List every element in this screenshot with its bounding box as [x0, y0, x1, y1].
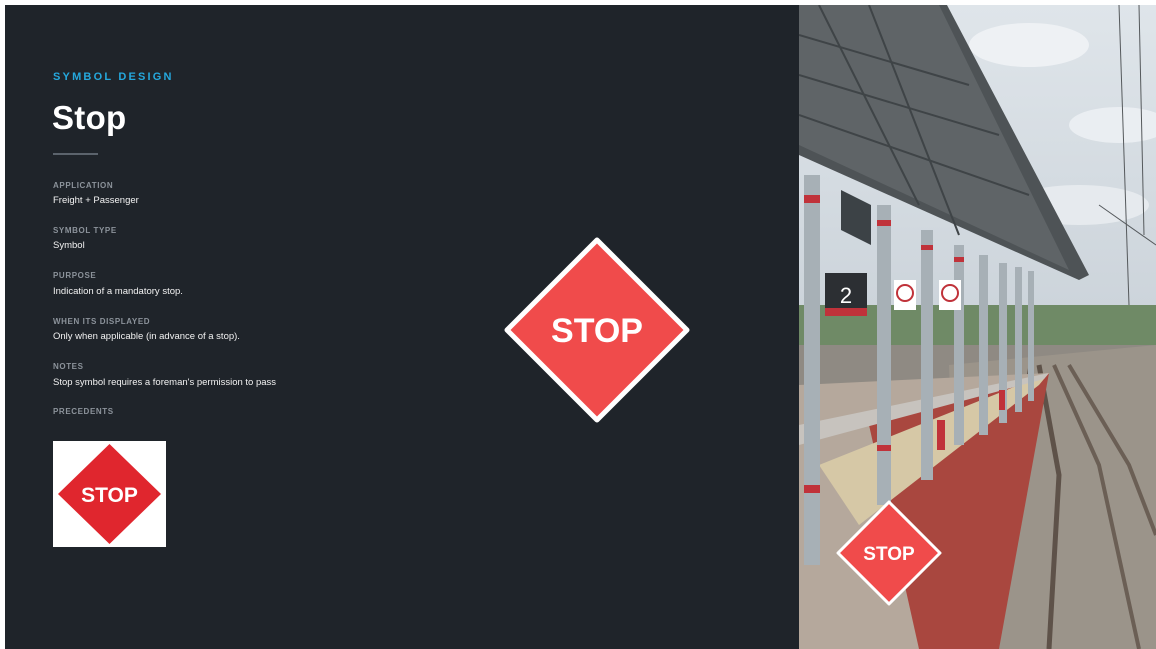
stop-sign-overlay: STOP [834, 498, 944, 608]
field-value-purpose: Indication of a mandatory stop. [53, 286, 183, 297]
field-label-application: APPLICATION [53, 181, 114, 190]
page-title: Stop [52, 99, 127, 136]
stop-symbol-graphic: STOP [504, 237, 690, 423]
platform-number: 2 [840, 283, 852, 308]
field-value-when-displayed: Only when applicable (in advance of a st… [53, 331, 240, 342]
field-value-application: Freight + Passenger [53, 195, 139, 206]
stop-sign-overlay-text: STOP [863, 544, 915, 565]
precedent-image: STOP [53, 441, 166, 547]
field-label-when-displayed: WHEN ITS DISPLAYED [53, 317, 151, 326]
field-value-notes: Stop symbol requires a foreman's permiss… [53, 377, 277, 388]
slide: SYMBOL DESIGN Stop APPLICATION Freight +… [5, 5, 1156, 649]
stop-sign-overlay-graphic: STOP [836, 500, 942, 606]
stop-symbol: STOP [501, 234, 693, 426]
precedent-stop-sign: STOP [58, 444, 161, 544]
field-label-precedents: PRECEDENTS [53, 407, 114, 416]
field-label-symbol-type: SYMBOL TYPE [53, 226, 117, 235]
title-divider [53, 153, 98, 155]
stop-symbol-text: STOP [551, 312, 643, 350]
field-value-symbol-type: Symbol [53, 240, 85, 251]
info-panel: SYMBOL DESIGN Stop APPLICATION Freight +… [5, 5, 799, 649]
field-label-notes: NOTES [53, 362, 84, 371]
precedent-sign-text: STOP [81, 484, 138, 507]
field-label-purpose: PURPOSE [53, 271, 97, 280]
section-eyebrow: SYMBOL DESIGN [53, 71, 174, 83]
